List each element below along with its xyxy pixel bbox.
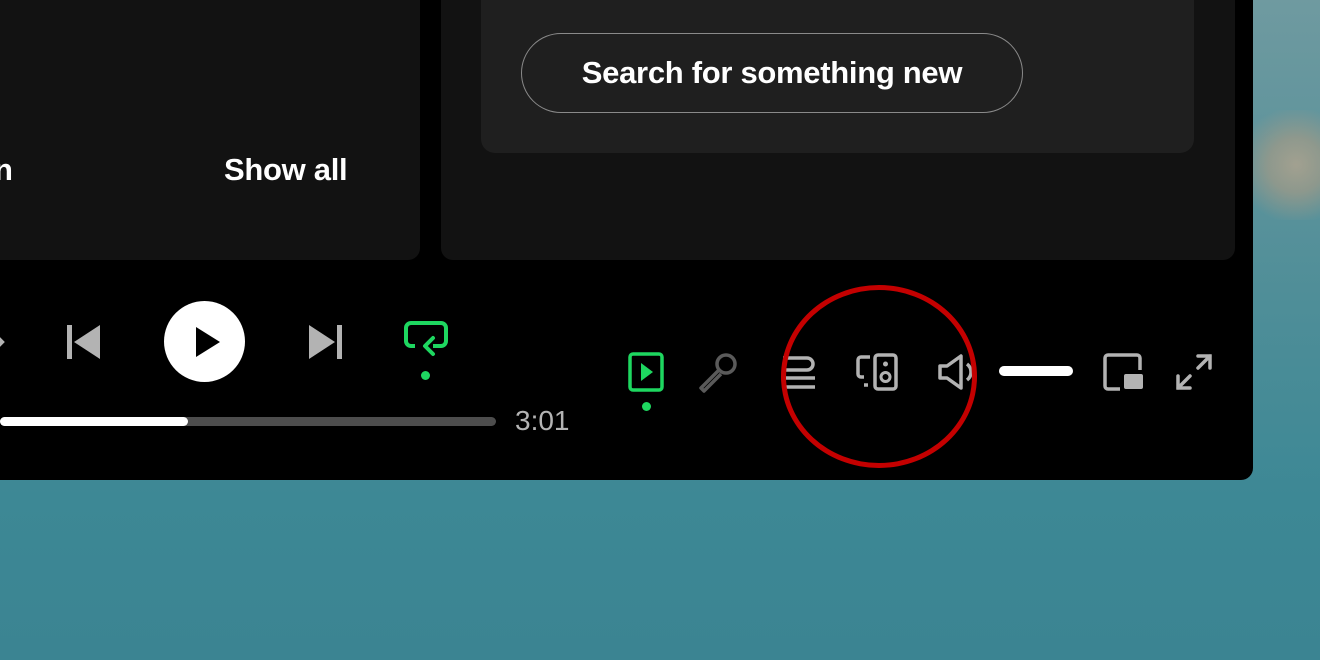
repeat-one-icon[interactable] xyxy=(403,318,449,364)
volume-slider-fill xyxy=(999,366,1073,376)
show-all-link[interactable]: Show all xyxy=(224,152,348,188)
track-duration: 3:01 xyxy=(515,405,570,436)
skip-next-icon[interactable] xyxy=(303,320,347,364)
fullscreen-icon[interactable] xyxy=(1174,351,1214,393)
connect-device-icon[interactable] xyxy=(856,351,900,393)
now-playing-view-icon[interactable] xyxy=(626,350,666,394)
queue-icon[interactable] xyxy=(776,351,820,393)
lyrics-microphone-icon[interactable] xyxy=(694,350,740,396)
empty-state-card: Search for something new xyxy=(481,0,1194,153)
playback-progress-fill xyxy=(0,417,189,426)
play-button[interactable] xyxy=(164,301,245,382)
shuffle-icon[interactable] xyxy=(0,320,16,364)
now-playing-active-indicator xyxy=(642,402,651,411)
repeat-active-indicator xyxy=(421,371,430,380)
section-title-truncated: n xyxy=(0,152,13,187)
home-section-panel: n Show all xyxy=(0,0,420,260)
miniplayer-icon[interactable] xyxy=(1102,351,1146,393)
playback-progress-bar[interactable] xyxy=(0,417,496,426)
search-for-something-new-button[interactable]: Search for something new xyxy=(521,33,1023,113)
volume-icon[interactable] xyxy=(936,351,980,393)
music-app-window: n Show all Search for something new 3:01 xyxy=(0,0,1253,480)
play-icon xyxy=(195,326,220,357)
right-panel: Search for something new xyxy=(441,0,1235,260)
volume-slider[interactable] xyxy=(999,366,1073,376)
skip-previous-icon[interactable] xyxy=(62,320,106,364)
